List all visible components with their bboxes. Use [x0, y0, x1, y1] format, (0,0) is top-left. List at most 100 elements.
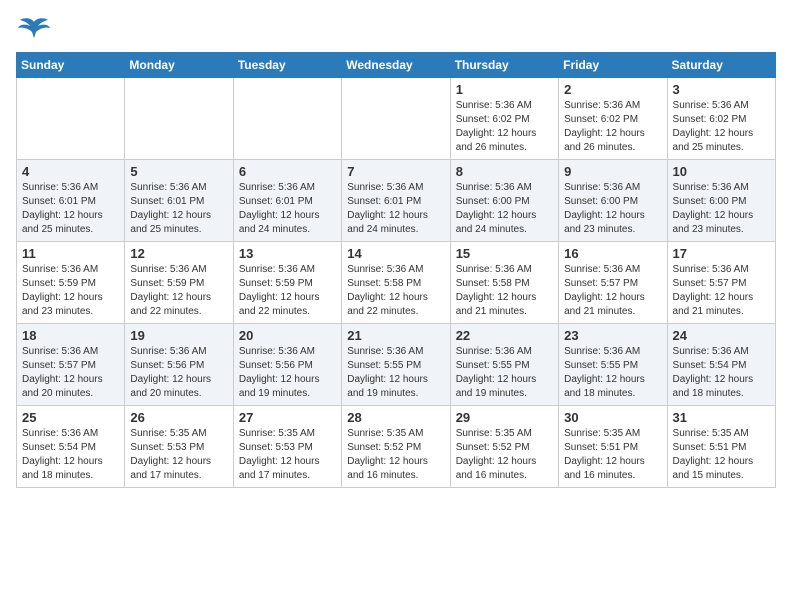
calendar-week-row: 25Sunrise: 5:36 AM Sunset: 5:54 PM Dayli…	[17, 406, 776, 488]
day-info: Sunrise: 5:36 AM Sunset: 5:56 PM Dayligh…	[239, 345, 336, 401]
day-number: 18	[22, 328, 119, 343]
day-number: 27	[239, 410, 336, 425]
day-number: 1	[456, 82, 553, 97]
day-number: 4	[22, 164, 119, 179]
calendar-cell: 22Sunrise: 5:36 AM Sunset: 5:55 PM Dayli…	[450, 324, 558, 406]
calendar-cell: 21 Sunrise: 5:36 AM Sunset: 5:55 PM Dayli…	[342, 324, 450, 406]
day-number: 20	[239, 328, 336, 343]
day-number: 10	[673, 164, 770, 179]
day-info: Sunrise: 5:36 AM Sunset: 5:57 PM Dayligh…	[22, 345, 119, 401]
day-info: Sunrise: 5:36 AM Sunset: 5:58 PM Dayligh…	[456, 263, 553, 319]
day-info: Sunrise: 5:36 AM Sunset: 5:59 PM Dayligh…	[239, 263, 336, 319]
day-number: 29	[456, 410, 553, 425]
calendar-cell: 8 Sunrise: 5:36 AM Sunset: 6:00 PM Daylig…	[450, 160, 558, 242]
day-info: Sunrise: 5:35 AM Sunset: 5:51 PM Dayligh…	[564, 427, 661, 483]
calendar-cell: 2 Sunrise: 5:36 AM Sunset: 6:02 PM Daylig…	[559, 78, 667, 160]
calendar-cell: 23 Sunrise: 5:36 AM Sunset: 5:55 PM Dayli…	[559, 324, 667, 406]
day-number: 31	[673, 410, 770, 425]
calendar-cell: 11 Sunrise: 5:36 AM Sunset: 5:59 PM Dayli…	[17, 242, 125, 324]
day-number: 17	[673, 246, 770, 261]
day-number: 13	[239, 246, 336, 261]
day-number: 21	[347, 328, 444, 343]
day-number: 5	[130, 164, 227, 179]
weekday-header-thursday: Thursday	[450, 53, 558, 78]
calendar-cell: 6 Sunrise: 5:36 AM Sunset: 6:01 PM Daylig…	[233, 160, 341, 242]
calendar-header-row: SundayMondayTuesdayWednesdayThursdayFrid…	[17, 53, 776, 78]
day-info: Sunrise: 5:36 AM Sunset: 5:54 PM Dayligh…	[673, 345, 770, 401]
day-number: 19	[130, 328, 227, 343]
calendar-cell: 30 Sunrise: 5:35 AM Sunset: 5:51 PM Dayli…	[559, 406, 667, 488]
calendar-cell: 16 Sunrise: 5:36 AM Sunset: 5:57 PM Dayli…	[559, 242, 667, 324]
day-info: Sunrise: 5:36 AM Sunset: 6:01 PM Dayligh…	[22, 181, 119, 237]
calendar-cell: 7Sunrise: 5:36 AM Sunset: 6:01 PM Daylig…	[342, 160, 450, 242]
calendar-cell	[342, 78, 450, 160]
weekday-header-monday: Monday	[125, 53, 233, 78]
day-info: Sunrise: 5:36 AM Sunset: 6:00 PM Dayligh…	[673, 181, 770, 237]
day-info: Sunrise: 5:36 AM Sunset: 5:58 PM Dayligh…	[347, 263, 444, 319]
day-number: 6	[239, 164, 336, 179]
calendar-cell	[17, 78, 125, 160]
day-info: Sunrise: 5:35 AM Sunset: 5:52 PM Dayligh…	[456, 427, 553, 483]
day-info: Sunrise: 5:35 AM Sunset: 5:53 PM Dayligh…	[239, 427, 336, 483]
day-number: 12	[130, 246, 227, 261]
day-info: Sunrise: 5:36 AM Sunset: 6:02 PM Dayligh…	[456, 99, 553, 155]
calendar-week-row: 18 Sunrise: 5:36 AM Sunset: 5:57 PM Dayli…	[17, 324, 776, 406]
day-info: Sunrise: 5:36 AM Sunset: 6:01 PM Dayligh…	[130, 181, 227, 237]
logo	[16, 16, 56, 44]
day-info: Sunrise: 5:36 AM Sunset: 5:55 PM Dayligh…	[564, 345, 661, 401]
day-info: Sunrise: 5:36 AM Sunset: 5:57 PM Dayligh…	[564, 263, 661, 319]
calendar-week-row: 1 Sunrise: 5:36 AM Sunset: 6:02 PM Daylig…	[17, 78, 776, 160]
weekday-header-tuesday: Tuesday	[233, 53, 341, 78]
day-info: Sunrise: 5:36 AM Sunset: 5:56 PM Dayligh…	[130, 345, 227, 401]
day-number: 11	[22, 246, 119, 261]
calendar-cell: 20 Sunrise: 5:36 AM Sunset: 5:56 PM Dayli…	[233, 324, 341, 406]
calendar-cell: 4 Sunrise: 5:36 AM Sunset: 6:01 PM Daylig…	[17, 160, 125, 242]
calendar-cell: 15Sunrise: 5:36 AM Sunset: 5:58 PM Dayli…	[450, 242, 558, 324]
page-header	[16, 16, 776, 44]
day-number: 22	[456, 328, 553, 343]
day-number: 25	[22, 410, 119, 425]
calendar-cell: 5 Sunrise: 5:36 AM Sunset: 6:01 PM Daylig…	[125, 160, 233, 242]
logo-icon	[16, 16, 52, 44]
day-number: 3	[673, 82, 770, 97]
calendar-cell: 1 Sunrise: 5:36 AM Sunset: 6:02 PM Daylig…	[450, 78, 558, 160]
weekday-header-friday: Friday	[559, 53, 667, 78]
day-info: Sunrise: 5:36 AM Sunset: 5:59 PM Dayligh…	[130, 263, 227, 319]
day-info: Sunrise: 5:36 AM Sunset: 6:00 PM Dayligh…	[456, 181, 553, 237]
calendar-cell: 19 Sunrise: 5:36 AM Sunset: 5:56 PM Dayli…	[125, 324, 233, 406]
calendar-cell: 3 Sunrise: 5:36 AM Sunset: 6:02 PM Daylig…	[667, 78, 775, 160]
day-info: Sunrise: 5:36 AM Sunset: 6:02 PM Dayligh…	[564, 99, 661, 155]
calendar-cell: 13 Sunrise: 5:36 AM Sunset: 5:59 PM Dayli…	[233, 242, 341, 324]
calendar-cell: 28Sunrise: 5:35 AM Sunset: 5:52 PM Dayli…	[342, 406, 450, 488]
day-number: 8	[456, 164, 553, 179]
day-number: 9	[564, 164, 661, 179]
calendar-cell: 29 Sunrise: 5:35 AM Sunset: 5:52 PM Dayli…	[450, 406, 558, 488]
day-number: 7	[347, 164, 444, 179]
day-info: Sunrise: 5:36 AM Sunset: 5:55 PM Dayligh…	[347, 345, 444, 401]
day-number: 30	[564, 410, 661, 425]
day-number: 14	[347, 246, 444, 261]
day-info: Sunrise: 5:36 AM Sunset: 5:59 PM Dayligh…	[22, 263, 119, 319]
day-info: Sunrise: 5:36 AM Sunset: 5:57 PM Dayligh…	[673, 263, 770, 319]
calendar-cell: 10 Sunrise: 5:36 AM Sunset: 6:00 PM Dayli…	[667, 160, 775, 242]
day-info: Sunrise: 5:35 AM Sunset: 5:53 PM Dayligh…	[130, 427, 227, 483]
day-number: 23	[564, 328, 661, 343]
calendar-cell: 9Sunrise: 5:36 AM Sunset: 6:00 PM Daylig…	[559, 160, 667, 242]
day-info: Sunrise: 5:35 AM Sunset: 5:52 PM Dayligh…	[347, 427, 444, 483]
calendar-week-row: 4 Sunrise: 5:36 AM Sunset: 6:01 PM Daylig…	[17, 160, 776, 242]
day-info: Sunrise: 5:35 AM Sunset: 5:51 PM Dayligh…	[673, 427, 770, 483]
calendar-cell: 14 Sunrise: 5:36 AM Sunset: 5:58 PM Dayli…	[342, 242, 450, 324]
calendar-cell: 18 Sunrise: 5:36 AM Sunset: 5:57 PM Dayli…	[17, 324, 125, 406]
calendar-week-row: 11 Sunrise: 5:36 AM Sunset: 5:59 PM Dayli…	[17, 242, 776, 324]
day-info: Sunrise: 5:36 AM Sunset: 6:01 PM Dayligh…	[239, 181, 336, 237]
day-number: 24	[673, 328, 770, 343]
calendar-cell	[125, 78, 233, 160]
calendar-cell: 31 Sunrise: 5:35 AM Sunset: 5:51 PM Dayli…	[667, 406, 775, 488]
calendar-cell: 26 Sunrise: 5:35 AM Sunset: 5:53 PM Dayli…	[125, 406, 233, 488]
day-number: 26	[130, 410, 227, 425]
day-number: 16	[564, 246, 661, 261]
day-info: Sunrise: 5:36 AM Sunset: 6:02 PM Dayligh…	[673, 99, 770, 155]
calendar-body: 1 Sunrise: 5:36 AM Sunset: 6:02 PM Daylig…	[17, 78, 776, 488]
day-number: 2	[564, 82, 661, 97]
calendar-cell: 24 Sunrise: 5:36 AM Sunset: 5:54 PM Dayli…	[667, 324, 775, 406]
